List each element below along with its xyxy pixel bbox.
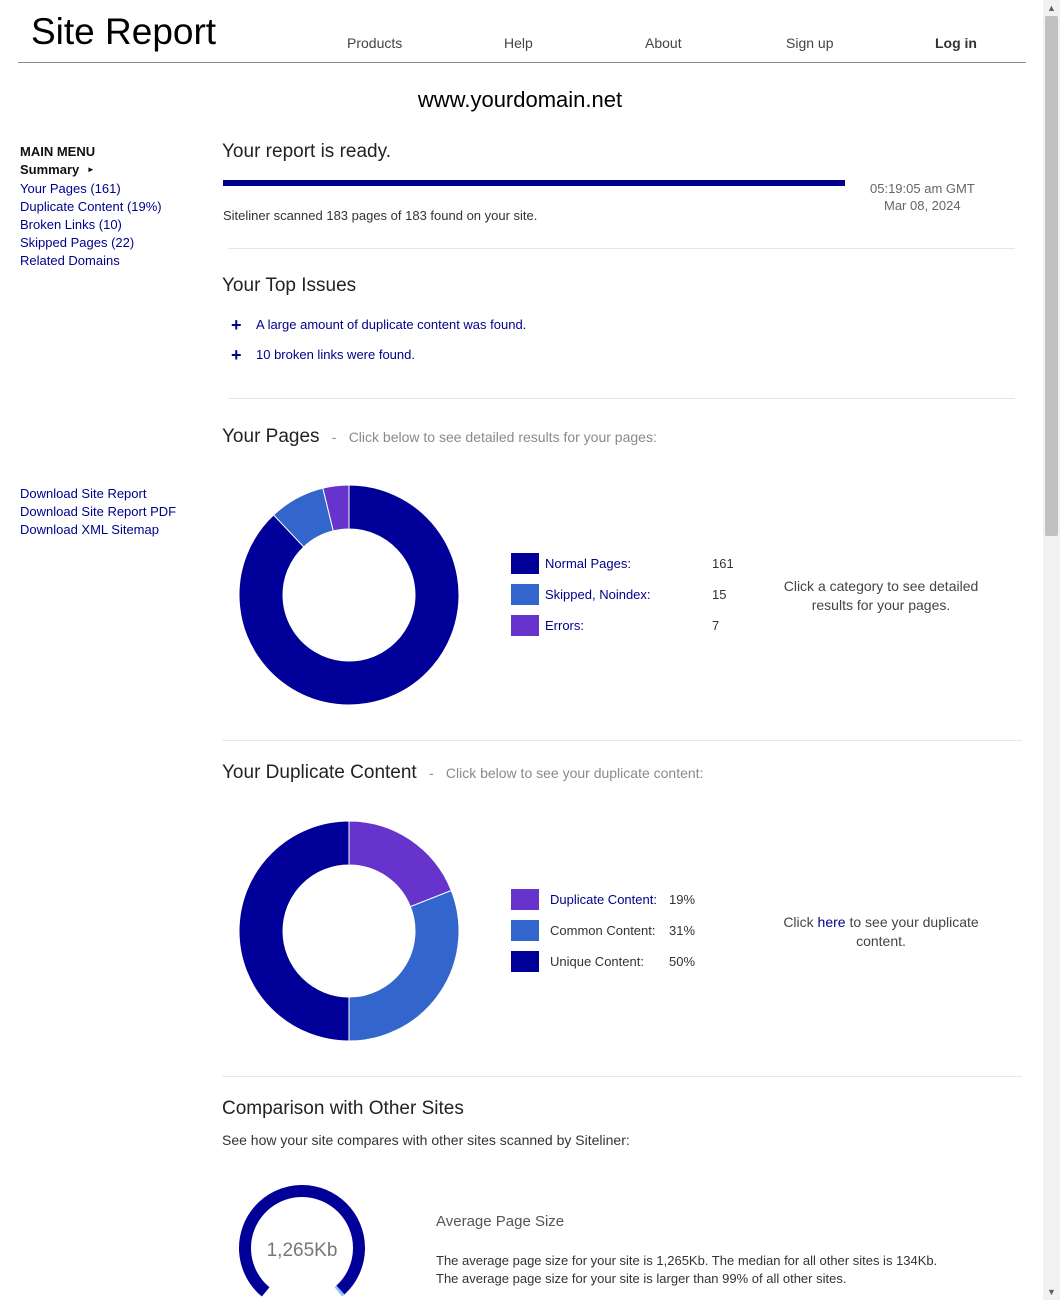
sidebar-item-label: Summary: [20, 162, 80, 177]
donut-slice-unique-content[interactable]: [238, 820, 350, 1042]
pages-donut-chart[interactable]: [238, 484, 460, 706]
section-divider: [228, 398, 1015, 399]
download-xml-sitemap-link[interactable]: Download XML Sitemap: [20, 521, 159, 539]
expand-plus-icon[interactable]: +: [231, 346, 242, 364]
sidebar-item-related-domains[interactable]: Related Domains: [20, 252, 120, 270]
legend-label-errors[interactable]: Errors:: [545, 617, 584, 635]
scroll-down-icon[interactable]: ▼: [1043, 1284, 1060, 1300]
legend-label-normal-pages[interactable]: Normal Pages:: [545, 555, 631, 573]
duplicate-donut-chart[interactable]: [238, 820, 460, 1042]
gauge-value: 1,265Kb: [267, 1240, 338, 1261]
metric-line-1: The average page size for your site is 1…: [436, 1253, 938, 1268]
nav-log-in[interactable]: Log in: [935, 34, 977, 52]
scroll-up-icon[interactable]: ▲: [1043, 0, 1060, 16]
section-divider: [222, 1076, 1022, 1077]
duplicate-content-subheading: Click below to see your duplicate conten…: [445, 765, 704, 781]
scrollbar-thumb[interactable]: [1045, 16, 1058, 536]
legend-swatch-common[interactable]: [511, 920, 539, 941]
top-issues-heading: Your Top Issues: [222, 275, 357, 296]
domain-title: www.yourdomain.net: [417, 87, 623, 112]
sidebar-item-skipped-pages[interactable]: Skipped Pages (22): [20, 234, 134, 252]
hint-text-start: Click: [783, 914, 818, 930]
site-title[interactable]: Site Report: [31, 10, 216, 54]
section-divider: [222, 740, 1022, 741]
your-pages-subheading: Click below to see detailed results for …: [348, 429, 657, 445]
report-date: Mar 08, 2024: [884, 198, 961, 213]
download-site-report-link[interactable]: Download Site Report: [20, 485, 146, 503]
duplicate-heading-row: Your Duplicate Content - Click below to …: [222, 761, 703, 785]
page-size-gauge: 1,265Kb: [239, 1185, 365, 1297]
your-pages-heading: Your Pages: [222, 426, 320, 447]
legend-label-skipped-noindex[interactable]: Skipped, Noindex:: [545, 586, 651, 604]
section-divider: [228, 248, 1015, 249]
issue-broken-links[interactable]: 10 broken links were found.: [256, 346, 415, 364]
scan-summary-text: Siteliner scanned 183 pages of 183 found…: [223, 208, 538, 223]
legend-swatch-errors[interactable]: [511, 615, 539, 636]
legend-swatch-duplicate[interactable]: [511, 889, 539, 910]
comparison-intro: See how your site compares with other si…: [222, 1132, 630, 1148]
main-menu-heading: MAIN MENU: [20, 144, 96, 159]
hint-text-end: to see your duplicate content.: [845, 914, 979, 949]
gauge-remainder-arc: [334, 1285, 345, 1297]
metric-line-2: The average page size for your site is l…: [436, 1271, 847, 1286]
duplicate-content-heading: Your Duplicate Content: [222, 762, 417, 783]
legend-value-unique-content: 50%: [669, 954, 696, 969]
duplicate-hint-text: Click here to see your duplicate content…: [771, 913, 991, 951]
legend-value-common-content: 31%: [669, 923, 696, 938]
heading-separator: -: [421, 765, 442, 781]
legend-label-duplicate-content[interactable]: Duplicate Content:: [550, 891, 657, 909]
pages-hint-text: Click a category to see detailed results…: [783, 578, 979, 613]
issue-duplicate-content[interactable]: A large amount of duplicate content was …: [256, 316, 526, 334]
legend-value-duplicate-content: 19%: [669, 892, 696, 907]
legend-value-normal-pages: 161: [712, 556, 734, 571]
legend-value-errors: 7: [712, 618, 720, 633]
download-pdf-link[interactable]: Download Site Report PDF: [20, 503, 176, 521]
legend-swatch-unique[interactable]: [511, 951, 539, 972]
report-ready-heading: Your report is ready.: [222, 141, 391, 162]
metric-title: Average Page Size: [436, 1213, 565, 1230]
legend-label-common-content: Common Content:: [550, 923, 656, 938]
legend-label-unique-content: Unique Content:: [550, 954, 644, 969]
sidebar-item-duplicate-content[interactable]: Duplicate Content (19%): [20, 198, 162, 216]
expand-plus-icon[interactable]: +: [231, 316, 242, 334]
nav-products[interactable]: Products: [347, 34, 402, 52]
sidebar-item-broken-links[interactable]: Broken Links (10): [20, 216, 122, 234]
nav-sign-up[interactable]: Sign up: [786, 34, 833, 52]
donut-slice-common-content[interactable]: [348, 889, 460, 1042]
header-divider: [18, 62, 1026, 63]
comparison-heading: Comparison with Other Sites: [222, 1098, 464, 1119]
arrow-right-icon: ►: [86, 165, 95, 174]
scan-progress-bar: [223, 180, 845, 186]
nav-help[interactable]: Help: [504, 34, 533, 52]
sidebar-item-your-pages[interactable]: Your Pages (161): [20, 180, 121, 198]
heading-separator: -: [324, 429, 345, 445]
legend-swatch-normal[interactable]: [511, 553, 539, 574]
report-time: 05:19:05 am GMT: [870, 181, 975, 196]
sidebar-item-summary[interactable]: Summary ►: [20, 161, 95, 179]
legend-value-skipped-noindex: 15: [712, 587, 727, 602]
donut-slice-duplicate-content[interactable]: [348, 820, 452, 908]
pages-heading-row: Your Pages - Click below to see detailed…: [222, 425, 657, 449]
duplicate-here-link[interactable]: here: [818, 914, 846, 930]
legend-swatch-skipped[interactable]: [511, 584, 539, 605]
nav-about[interactable]: About: [645, 34, 682, 52]
